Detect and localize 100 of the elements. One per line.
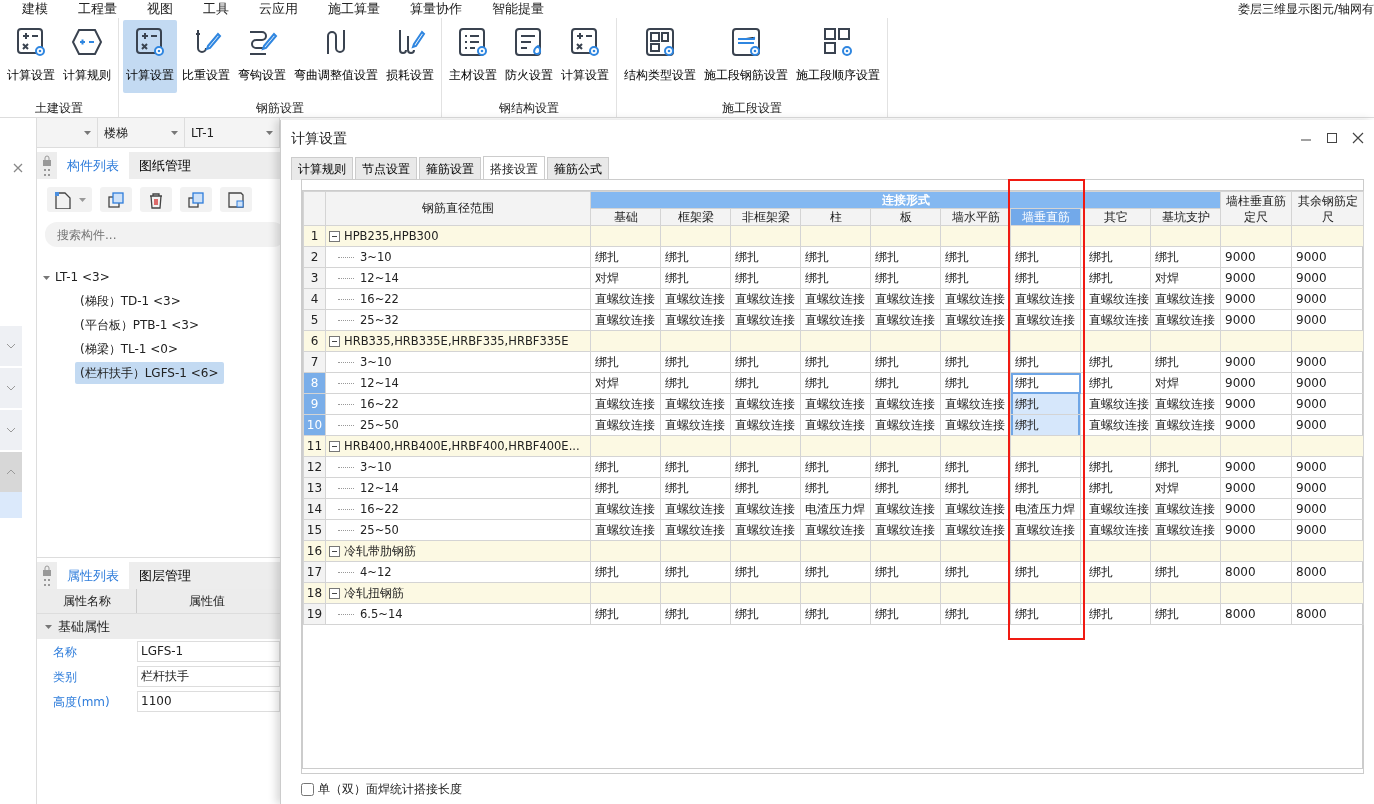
- ribbon-button[interactable]: 计算设置: [558, 20, 612, 93]
- table-cell[interactable]: 9000: [1220, 414, 1292, 436]
- table-cell[interactable]: 8000: [1220, 603, 1292, 625]
- tree-item[interactable]: (平台板）PTB-1 <3>: [75, 314, 204, 336]
- table-cell[interactable]: 绑扎: [660, 267, 731, 289]
- table-cell[interactable]: 绑扎: [730, 561, 801, 583]
- row-number[interactable]: 14: [303, 498, 326, 520]
- table-cell[interactable]: 8000: [1291, 561, 1364, 583]
- ribbon-button[interactable]: 比重设置: [179, 20, 233, 93]
- table-cell[interactable]: 绑扎: [1010, 561, 1081, 583]
- table-cell[interactable]: 直螺纹连接: [730, 393, 801, 415]
- table-cell[interactable]: 9000: [1220, 477, 1292, 499]
- ribbon-button[interactable]: 弯曲调整值设置: [291, 20, 381, 93]
- table-cell[interactable]: 绑扎: [800, 372, 871, 394]
- table-cell[interactable]: 绑扎: [1080, 561, 1151, 583]
- panel-tab[interactable]: 图纸管理: [129, 152, 201, 179]
- table-cell[interactable]: 9000: [1291, 456, 1364, 478]
- table-cell[interactable]: 绑扎: [1010, 477, 1081, 499]
- table-cell[interactable]: 9000: [1291, 267, 1364, 289]
- ribbon-button[interactable]: 施工段顺序设置: [793, 20, 883, 93]
- table-cell[interactable]: 绑扎: [800, 351, 871, 373]
- table-cell[interactable]: 绑扎: [1150, 246, 1221, 268]
- table-cell[interactable]: 绑扎: [1080, 603, 1151, 625]
- table-cell[interactable]: 直螺纹连接: [1080, 288, 1151, 310]
- table-cell[interactable]: 绑扎: [730, 477, 801, 499]
- table-cell[interactable]: 绑扎: [800, 456, 871, 478]
- table-cell[interactable]: 绑扎: [940, 372, 1011, 394]
- table-cell[interactable]: 直螺纹连接: [1080, 309, 1151, 331]
- toolbar-button[interactable]: [180, 187, 212, 212]
- ribbon-button[interactable]: 施工段钢筋设置: [701, 20, 791, 93]
- table-cell[interactable]: 绑扎: [1150, 561, 1221, 583]
- table-cell[interactable]: 绑扎: [1010, 351, 1081, 373]
- table-cell[interactable]: 直螺纹连接: [870, 288, 941, 310]
- table-cell[interactable]: 9000: [1291, 246, 1364, 268]
- table-cell[interactable]: 9000: [1220, 498, 1292, 520]
- table-cell[interactable]: 9000: [1220, 519, 1292, 541]
- panel-tab[interactable]: 构件列表: [57, 152, 129, 179]
- table-cell[interactable]: 直螺纹连接: [940, 393, 1011, 415]
- table-cell[interactable]: 绑扎: [940, 561, 1011, 583]
- table-cell[interactable]: 8000: [1291, 603, 1364, 625]
- table-cell[interactable]: 直螺纹连接: [730, 288, 801, 310]
- table-cell[interactable]: 直螺纹连接: [660, 498, 731, 520]
- dialog-tab[interactable]: 搭接设置: [483, 156, 545, 180]
- table-cell[interactable]: 绑扎: [870, 267, 941, 289]
- table-cell[interactable]: 直螺纹连接: [1150, 498, 1221, 520]
- table-cell[interactable]: 直螺纹连接: [800, 393, 871, 415]
- table-cell[interactable]: 直螺纹连接: [1080, 414, 1151, 436]
- table-cell[interactable]: 电渣压力焊: [800, 498, 871, 520]
- dialog-tab[interactable]: 箍筋设置: [419, 157, 481, 180]
- table-cell[interactable]: 9000: [1291, 372, 1364, 394]
- table-cell[interactable]: 9000: [1291, 351, 1364, 373]
- table-cell[interactable]: 绑扎: [940, 351, 1011, 373]
- table-cell[interactable]: 绑扎: [660, 477, 731, 499]
- row-number[interactable]: 16: [303, 540, 326, 562]
- table-cell[interactable]: 直螺纹连接: [1010, 288, 1081, 310]
- table-cell[interactable]: 直螺纹连接: [1080, 519, 1151, 541]
- table-cell[interactable]: 绑扎: [1080, 246, 1151, 268]
- table-cell[interactable]: 直螺纹连接: [940, 414, 1011, 436]
- dropdown[interactable]: 楼梯: [98, 118, 185, 147]
- row-number[interactable]: 7: [303, 351, 326, 373]
- table-cell[interactable]: 直螺纹连接: [730, 414, 801, 436]
- table-cell[interactable]: 绑扎: [590, 561, 661, 583]
- ribbon-button[interactable]: 弯钩设置: [235, 20, 289, 93]
- table-cell[interactable]: 绑扎: [660, 456, 731, 478]
- table-cell[interactable]: 直螺纹连接: [800, 309, 871, 331]
- table-cell[interactable]: 9000: [1220, 288, 1292, 310]
- table-cell[interactable]: 绑扎: [800, 603, 871, 625]
- table-cell[interactable]: 9000: [1220, 246, 1292, 268]
- table-cell[interactable]: 绑扎: [870, 351, 941, 373]
- table-cell[interactable]: 直螺纹连接: [590, 393, 661, 415]
- table-cell[interactable]: 直螺纹连接: [590, 519, 661, 541]
- table-cell[interactable]: 直螺纹连接: [590, 498, 661, 520]
- property-value[interactable]: 1100: [137, 691, 280, 712]
- row-number[interactable]: 13: [303, 477, 326, 499]
- table-cell[interactable]: 直螺纹连接: [870, 309, 941, 331]
- table-cell[interactable]: 9000: [1220, 309, 1292, 331]
- table-cell[interactable]: 对焊: [590, 372, 661, 394]
- collapse-icon[interactable]: [329, 545, 340, 557]
- table-cell[interactable]: 直螺纹连接: [660, 519, 731, 541]
- table-cell[interactable]: 绑扎: [800, 246, 871, 268]
- table-cell[interactable]: 对焊: [1150, 372, 1221, 394]
- table-cell[interactable]: 直螺纹连接: [940, 288, 1011, 310]
- table-cell[interactable]: 8000: [1220, 561, 1292, 583]
- table-cell[interactable]: 绑扎: [590, 246, 661, 268]
- table-cell[interactable]: 绑扎: [940, 477, 1011, 499]
- toolbar-button[interactable]: [100, 187, 132, 212]
- row-number[interactable]: 6: [303, 330, 326, 352]
- table-cell[interactable]: 9000: [1220, 393, 1292, 415]
- table-cell[interactable]: 直螺纹连接: [1150, 519, 1221, 541]
- table-cell[interactable]: 绑扎: [940, 603, 1011, 625]
- table-cell[interactable]: 绑扎: [1150, 603, 1221, 625]
- ribbon-button[interactable]: 计算规则: [60, 20, 114, 93]
- table-cell[interactable]: 直螺纹连接: [1080, 498, 1151, 520]
- table-cell[interactable]: 9000: [1220, 372, 1292, 394]
- table-cell[interactable]: 直螺纹连接: [1010, 309, 1081, 331]
- row-number[interactable]: 5: [303, 309, 326, 331]
- ribbon-button[interactable]: 防火设置: [502, 20, 556, 93]
- table-cell[interactable]: 绑扎: [1080, 267, 1151, 289]
- table-cell[interactable]: 对焊: [1150, 477, 1221, 499]
- ribbon-button[interactable]: 结构类型设置: [621, 20, 699, 93]
